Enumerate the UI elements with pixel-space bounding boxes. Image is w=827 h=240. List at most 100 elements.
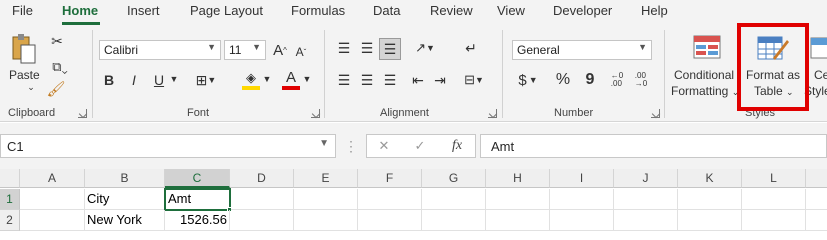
column-header-g[interactable]: G <box>422 169 486 188</box>
cell-j1[interactable] <box>614 189 678 210</box>
tab-data[interactable]: Data <box>373 3 400 18</box>
number-launcher-icon[interactable] <box>651 109 660 118</box>
column-header-c[interactable]: C <box>165 169 230 188</box>
row-header-1[interactable]: 1 <box>0 189 20 210</box>
cell-c2[interactable]: 1526.56 <box>165 210 230 231</box>
decrease-decimal-icon[interactable]: .00 →0 <box>630 68 652 92</box>
row-header-2[interactable]: 2 <box>0 210 20 231</box>
column-header-e[interactable]: E <box>294 169 358 188</box>
select-all-corner[interactable] <box>0 169 20 188</box>
fill-color-dropdown-icon[interactable]: ▼ <box>262 72 272 86</box>
column-header-h[interactable]: H <box>486 169 550 188</box>
number-format-select[interactable]: General ▼ <box>512 40 652 60</box>
italic-button[interactable]: I <box>125 70 143 90</box>
bold-button[interactable]: B <box>100 70 118 90</box>
column-header-l[interactable]: L <box>742 169 806 188</box>
accounting-format-icon[interactable]: $ ▼ <box>512 70 544 90</box>
cell-l2[interactable] <box>742 210 806 231</box>
clipboard-launcher-icon[interactable] <box>78 109 87 118</box>
align-right-icon[interactable]: ☰ <box>380 70 400 90</box>
cell-j2[interactable] <box>614 210 678 231</box>
cell-l1[interactable] <box>742 189 806 210</box>
font-name-select[interactable]: Calibri ▼ <box>99 40 221 60</box>
column-header-f[interactable]: F <box>358 169 422 188</box>
format-painter-icon[interactable]: 🖌 <box>46 80 66 98</box>
tab-file[interactable]: File <box>12 3 33 18</box>
cell-e2[interactable] <box>294 210 358 231</box>
cell-a1[interactable] <box>20 189 85 210</box>
font-size-select[interactable]: 11 ▼ <box>224 40 266 60</box>
enter-icon[interactable]: ✓ <box>411 137 429 155</box>
column-header-b[interactable]: B <box>85 169 165 188</box>
tab-review[interactable]: Review <box>430 3 473 18</box>
shrink-font-icon[interactable]: Aˇ <box>292 42 310 62</box>
cell-i1[interactable] <box>550 189 614 210</box>
name-box[interactable]: C1 ▼ <box>0 134 336 158</box>
tab-developer[interactable]: Developer <box>553 3 612 18</box>
cell-b2[interactable]: New York <box>85 210 165 231</box>
conditional-formatting-icon[interactable] <box>692 34 722 60</box>
wrap-text-icon[interactable]: ↵ <box>460 38 482 58</box>
more-options-icon[interactable]: ⋮ <box>344 137 358 155</box>
borders-icon[interactable]: ⊞ ▼ <box>192 70 220 90</box>
column-header-d[interactable]: D <box>230 169 294 188</box>
paste-label[interactable]: Paste <box>9 68 40 83</box>
paste-icon[interactable] <box>8 32 38 66</box>
cell-styles-icon[interactable] <box>810 36 827 60</box>
tab-help[interactable]: Help <box>641 3 668 18</box>
cell-g2[interactable] <box>422 210 486 231</box>
cell-h1[interactable] <box>486 189 550 210</box>
grow-font-icon[interactable]: A ^ <box>271 40 289 60</box>
tab-formulas[interactable]: Formulas <box>291 3 345 18</box>
paste-dropdown-icon[interactable]: ⌄ <box>25 82 37 92</box>
cell-b1[interactable]: City <box>85 189 165 210</box>
bottom-align-icon[interactable]: ☰ <box>379 38 401 60</box>
orientation-icon[interactable]: ↗ ▼ <box>411 38 439 58</box>
increase-indent-icon[interactable]: ⇥ <box>430 70 450 90</box>
cell-k1[interactable] <box>678 189 742 210</box>
align-left-icon[interactable]: ☰ <box>334 70 354 90</box>
cell-f2[interactable] <box>358 210 422 231</box>
underline-button[interactable]: U <box>150 70 168 90</box>
cell-c1[interactable]: Amt <box>164 188 231 211</box>
underline-dropdown-icon[interactable]: ▼ <box>168 72 180 86</box>
font-color-dropdown-icon[interactable]: ▼ <box>302 72 312 86</box>
cancel-icon[interactable]: ✕ <box>375 137 393 155</box>
font-color-icon[interactable]: A <box>280 68 302 92</box>
tab-home[interactable]: Home <box>62 3 98 18</box>
alignment-launcher-icon[interactable] <box>488 109 497 118</box>
top-align-icon[interactable]: ☰ <box>334 38 354 58</box>
cell-d2[interactable] <box>230 210 294 231</box>
column-header-j[interactable]: J <box>614 169 678 188</box>
column-header-i[interactable]: I <box>550 169 614 188</box>
insert-function-icon[interactable]: fx <box>447 137 467 155</box>
merge-center-icon[interactable]: ⊟ ▼ <box>458 70 490 90</box>
tab-view[interactable]: View <box>497 3 525 18</box>
cell-g1[interactable] <box>422 189 486 210</box>
tab-insert[interactable]: Insert <box>127 3 160 18</box>
cell-h2[interactable] <box>486 210 550 231</box>
column-header-k[interactable]: K <box>678 169 742 188</box>
cell-d1[interactable] <box>231 189 294 210</box>
comma-style-button[interactable]: 9 <box>580 70 600 90</box>
cell-m2[interactable] <box>806 210 827 231</box>
tab-page-layout[interactable]: Page Layout <box>190 3 263 18</box>
conditional-formatting-label-2[interactable]: Formatting ⌄ <box>671 84 739 100</box>
conditional-formatting-label-1[interactable]: Conditional <box>674 68 734 83</box>
fill-color-icon[interactable]: ◈ <box>238 68 264 92</box>
copy-icon[interactable]: ⧉⌄ <box>46 58 74 76</box>
cell-k2[interactable] <box>678 210 742 231</box>
align-center-icon[interactable]: ☰ <box>357 70 377 90</box>
middle-align-icon[interactable]: ☰ <box>357 38 377 58</box>
formula-input[interactable]: Amt <box>480 134 827 158</box>
increase-decimal-icon[interactable]: ←0.00 <box>606 68 628 92</box>
cell-i2[interactable] <box>550 210 614 231</box>
cell-f1[interactable] <box>358 189 422 210</box>
percent-style-button[interactable]: % <box>553 70 573 90</box>
cut-icon[interactable]: ✂ <box>48 32 66 50</box>
font-launcher-icon[interactable] <box>311 109 320 118</box>
cell-a2[interactable] <box>20 210 85 231</box>
column-header-a[interactable]: A <box>20 169 85 188</box>
decrease-indent-icon[interactable]: ⇤ <box>408 70 428 90</box>
cell-e1[interactable] <box>294 189 358 210</box>
